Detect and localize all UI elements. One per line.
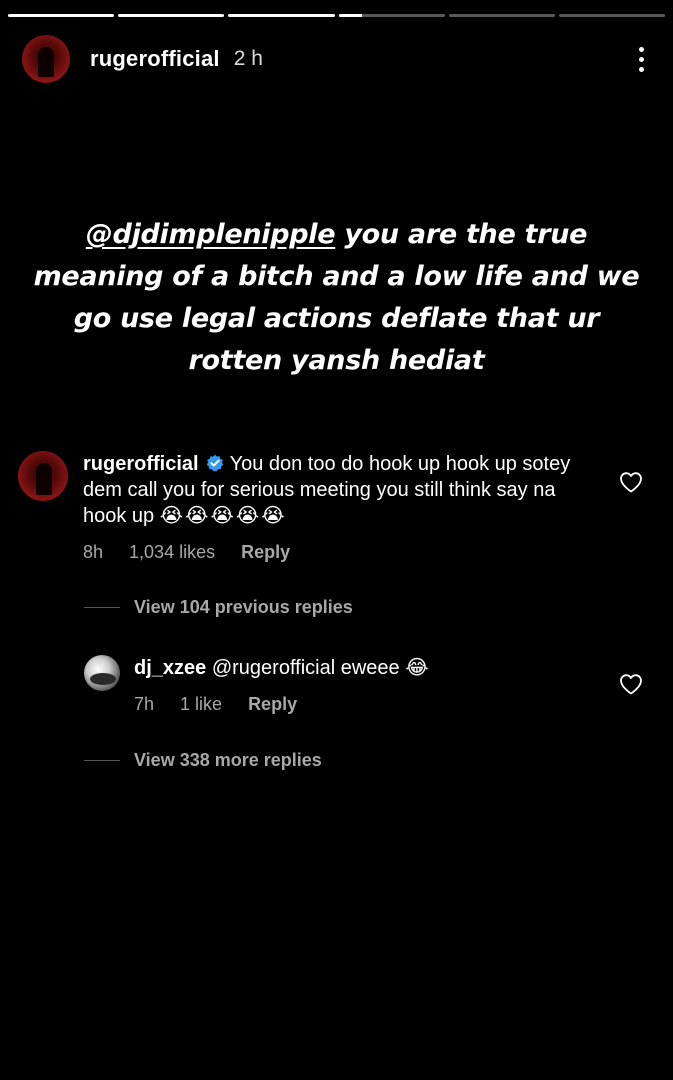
view-more-replies[interactable]: View 338 more replies bbox=[84, 750, 322, 771]
comment-username[interactable]: rugerofficial bbox=[83, 453, 199, 475]
divider-line bbox=[84, 760, 120, 761]
progress-segment bbox=[8, 14, 115, 17]
comment-reply-button[interactable]: Reply bbox=[241, 539, 290, 565]
reply-meta: 7h 1 like Reply bbox=[134, 691, 593, 717]
comment-likes[interactable]: 1,034 likes bbox=[129, 539, 215, 565]
progress-segment bbox=[118, 14, 225, 17]
reply-time: 7h bbox=[134, 694, 155, 714]
reply-text: @rugerofficial eweee bbox=[211, 657, 400, 679]
verified-badge-icon bbox=[206, 454, 223, 472]
caption-mention[interactable]: @djdimplenipple bbox=[86, 219, 336, 250]
progress-segment bbox=[558, 14, 666, 17]
comment-avatar[interactable] bbox=[18, 451, 68, 501]
story-caption: @djdimplenipple you are the true meaning… bbox=[30, 214, 643, 382]
reply-avatar[interactable] bbox=[84, 655, 120, 691]
reply-emoji: 😂 bbox=[405, 657, 429, 679]
story-username[interactable]: rugerofficial bbox=[90, 46, 220, 72]
reply-username[interactable]: dj_xzee bbox=[134, 657, 206, 679]
view-previous-label[interactable]: View 104 previous replies bbox=[134, 597, 353, 618]
story-time: 2 h bbox=[233, 47, 263, 70]
view-previous-replies[interactable]: View 104 previous replies bbox=[84, 597, 353, 618]
comment-time: 8h bbox=[83, 542, 104, 562]
story-progress-bar bbox=[8, 14, 666, 17]
comment-meta: 8h 1,034 likes Reply bbox=[83, 539, 593, 565]
comment-emojis: 😭😭😭😭😭 bbox=[159, 505, 287, 527]
divider-line bbox=[84, 607, 120, 608]
story-header: rugerofficial 2 h bbox=[22, 34, 651, 84]
reply-reply-button[interactable]: Reply bbox=[248, 691, 297, 717]
like-heart-icon[interactable] bbox=[619, 673, 643, 695]
story-avatar[interactable] bbox=[22, 35, 70, 83]
like-heart-icon[interactable] bbox=[619, 471, 643, 493]
progress-segment bbox=[448, 14, 555, 17]
view-more-label[interactable]: View 338 more replies bbox=[134, 750, 322, 771]
reply-likes[interactable]: 1 like bbox=[180, 691, 222, 717]
progress-segment bbox=[228, 14, 335, 17]
more-options-icon[interactable] bbox=[631, 39, 651, 79]
progress-segment bbox=[338, 14, 445, 17]
